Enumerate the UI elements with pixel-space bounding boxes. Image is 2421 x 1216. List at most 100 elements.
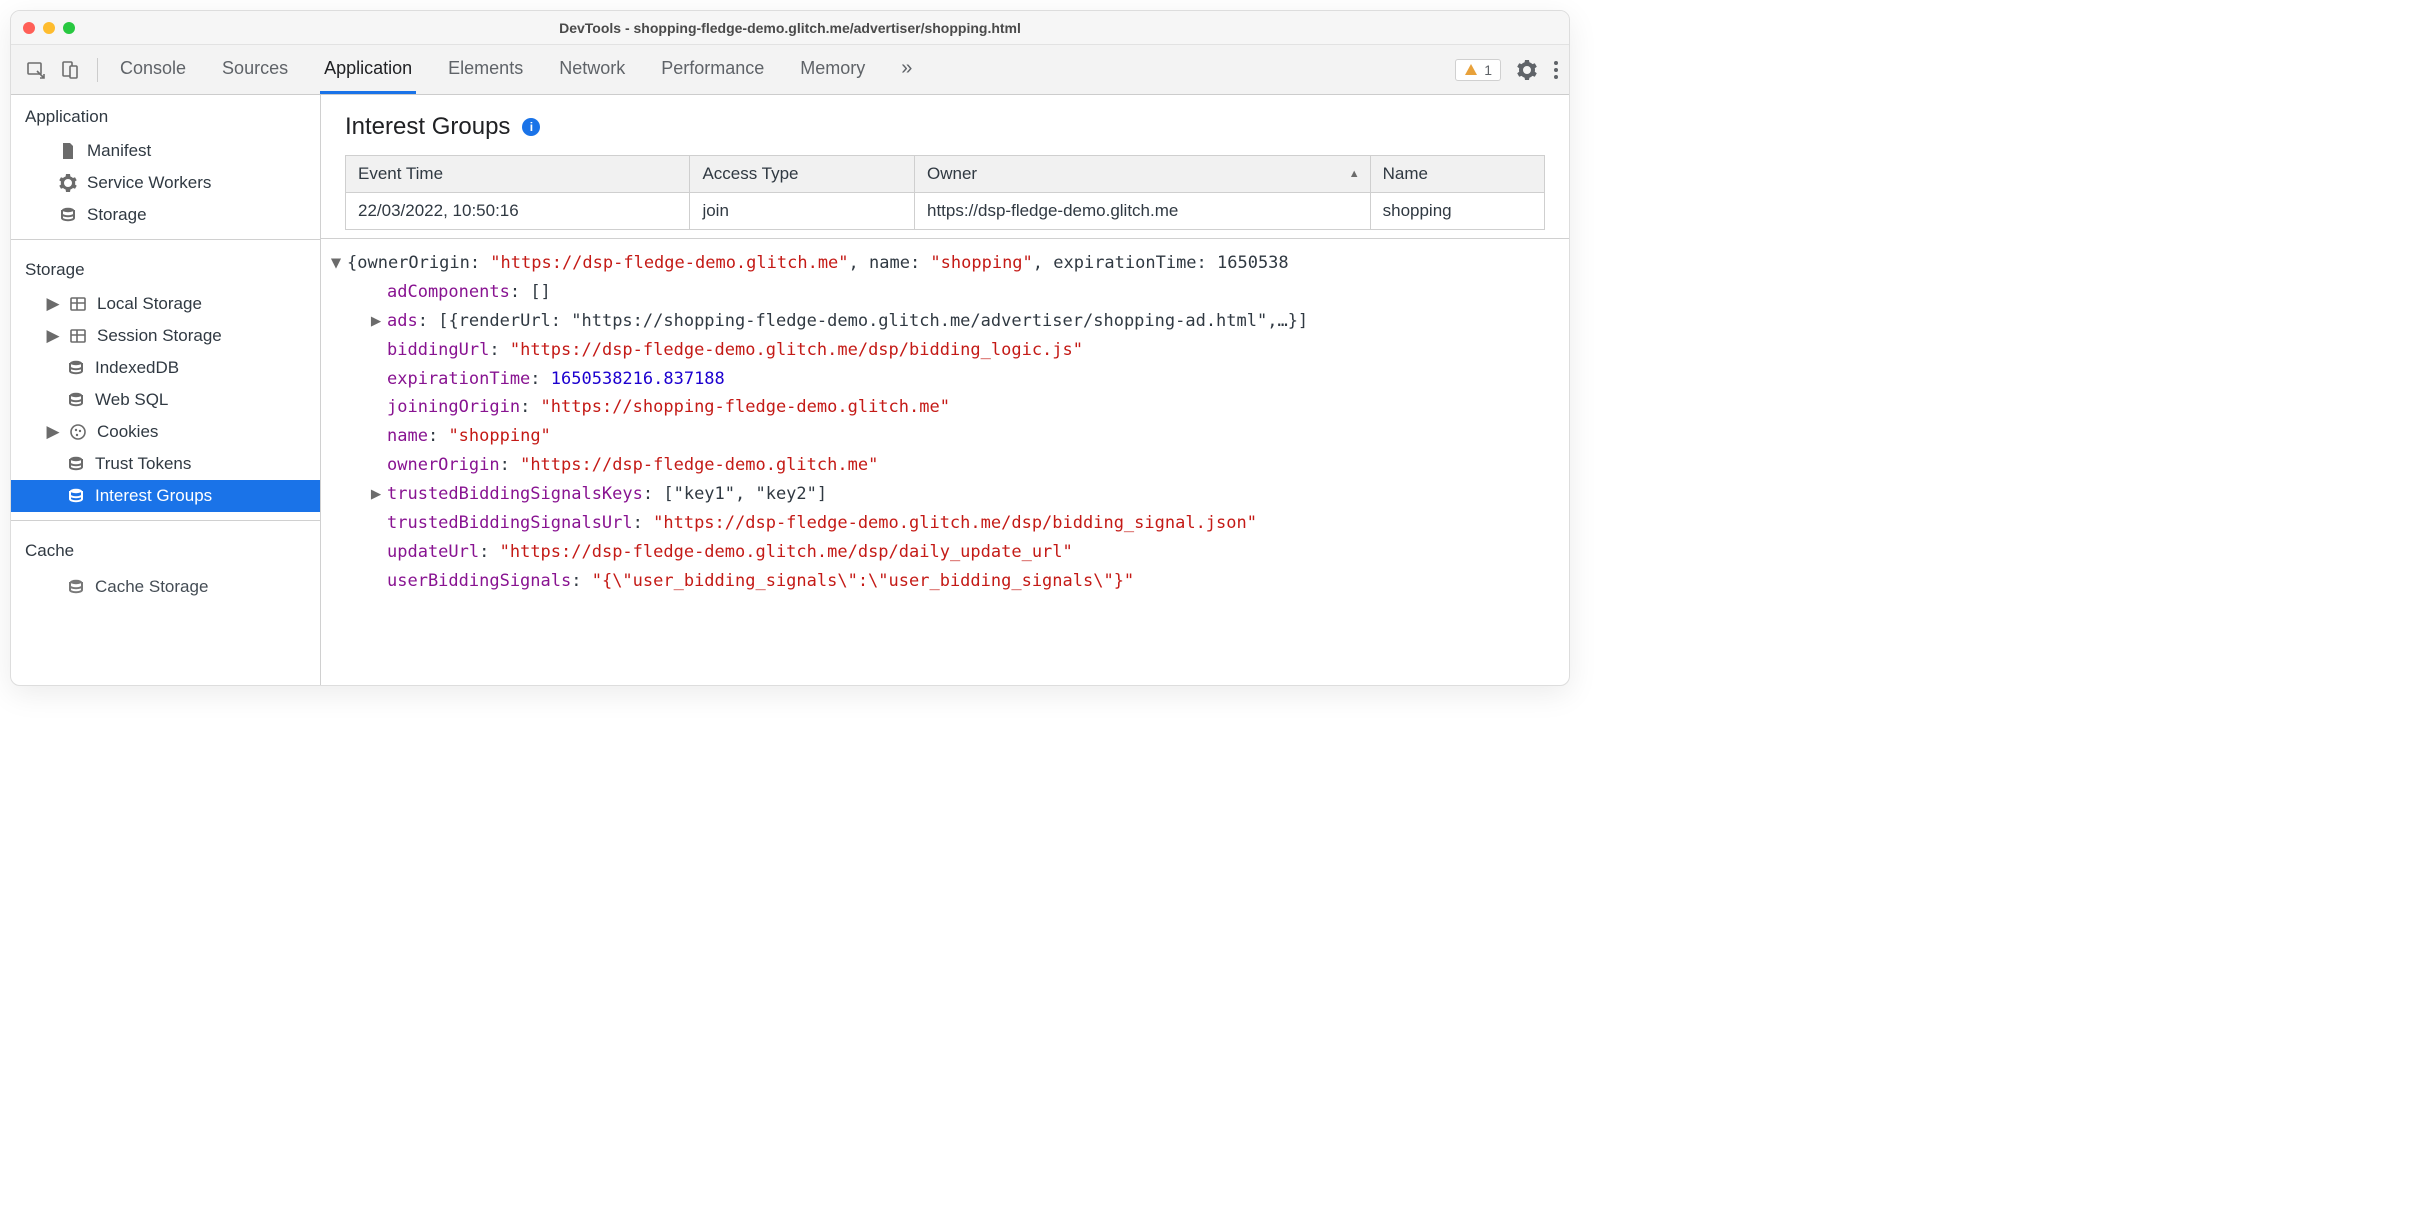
sidebar-item-label: Session Storage (97, 326, 222, 346)
tab-memory[interactable]: Memory (796, 45, 869, 94)
object-property-row[interactable]: updateUrl: "https://dsp-fledge-demo.glit… (329, 538, 1561, 567)
database-icon (67, 391, 85, 409)
object-summary-row[interactable]: ▼{ownerOrigin: "https://dsp-fledge-demo.… (329, 249, 1561, 278)
prop-value: "https://dsp-fledge-demo.glitch.me/dsp/d… (500, 542, 1073, 562)
expand-arrow-icon[interactable]: ▶ (47, 294, 59, 314)
object-property-row[interactable]: ▶trustedBiddingSignalsKeys: ["key1", "ke… (329, 480, 1561, 509)
prop-key: joiningOrigin (387, 397, 520, 417)
gear-icon (59, 174, 77, 192)
prop-value: "https://shopping-fledge-demo.glitch.me" (541, 397, 950, 417)
application-sidebar: Application Manifest Service Workers Sto… (11, 95, 321, 685)
object-property-row[interactable]: joiningOrigin: "https://shopping-fledge-… (329, 393, 1561, 422)
tab-console[interactable]: Console (116, 45, 190, 94)
inspect-element-icon[interactable] (21, 55, 51, 85)
sidebar-item-label: Trust Tokens (95, 454, 191, 474)
tab-performance[interactable]: Performance (657, 45, 768, 94)
table-header-row: Event Time Access Type Owner▲ Name (346, 156, 1545, 193)
interest-groups-table: Event Time Access Type Owner▲ Name 22/03… (345, 155, 1545, 230)
table-row[interactable]: 22/03/2022, 10:50:16 join https://dsp-fl… (346, 193, 1545, 230)
object-property-row[interactable]: biddingUrl: "https://dsp-fledge-demo.gli… (329, 336, 1561, 365)
tab-sources[interactable]: Sources (218, 45, 292, 94)
device-toolbar-icon[interactable] (55, 55, 85, 85)
sidebar-item-label: Storage (87, 205, 147, 225)
sidebar-item-trust-tokens[interactable]: Trust Tokens (11, 448, 320, 480)
sidebar-item-web-sql[interactable]: Web SQL (11, 384, 320, 416)
expand-arrow-icon[interactable]: ▶ (47, 422, 59, 442)
grid-icon (69, 327, 87, 345)
col-name[interactable]: Name (1370, 156, 1544, 193)
caret-right-icon[interactable]: ▶ (369, 480, 383, 509)
prop-value: "https://dsp-fledge-demo.glitch.me" (520, 455, 878, 475)
sidebar-section-cache: Cache (11, 529, 320, 569)
prop-key: expirationTime (387, 369, 530, 389)
file-icon (59, 142, 77, 160)
devtools-window: DevTools - shopping-fledge-demo.glitch.m… (10, 10, 1570, 686)
warnings-count: 1 (1484, 62, 1492, 78)
object-property-row[interactable]: userBiddingSignals: "{\"user_bidding_sig… (329, 567, 1561, 596)
object-property-row[interactable]: name: "shopping" (329, 422, 1561, 451)
sidebar-item-interest-groups[interactable]: Interest Groups (11, 480, 320, 512)
object-property-row[interactable]: ownerOrigin: "https://dsp-fledge-demo.gl… (329, 451, 1561, 480)
prop-key: userBiddingSignals (387, 571, 571, 591)
sidebar-item-session-storage[interactable]: ▶ Session Storage (11, 320, 320, 352)
caret-right-icon[interactable]: ▶ (369, 307, 383, 336)
prop-key: updateUrl (387, 542, 479, 562)
more-tabs-icon[interactable]: » (897, 45, 916, 94)
devtools-tabs: Console Sources Application Elements Net… (116, 45, 1451, 94)
col-access-type[interactable]: Access Type (690, 156, 915, 193)
object-viewer[interactable]: ▼{ownerOrigin: "https://dsp-fledge-demo.… (321, 238, 1569, 685)
sidebar-item-label: IndexedDB (95, 358, 179, 378)
cookie-icon (69, 423, 87, 441)
sidebar-item-cookies[interactable]: ▶ Cookies (11, 416, 320, 448)
prop-key: name (387, 426, 428, 446)
titlebar: DevTools - shopping-fledge-demo.glitch.m… (11, 11, 1569, 45)
panel-heading: Interest Groups i (321, 95, 1569, 155)
tab-application[interactable]: Application (320, 45, 416, 94)
settings-icon[interactable] (1517, 60, 1537, 80)
object-property-row[interactable]: expirationTime: 1650538216.837188 (329, 365, 1561, 394)
devtools-toolbar: Console Sources Application Elements Net… (11, 45, 1569, 95)
tab-network[interactable]: Network (555, 45, 629, 94)
col-owner[interactable]: Owner▲ (915, 156, 1371, 193)
caret-down-icon[interactable]: ▼ (329, 249, 343, 278)
prop-value: "https://dsp-fledge-demo.glitch.me/dsp/b… (653, 513, 1257, 533)
panel-content: Interest Groups i Event Time Access Type… (321, 95, 1569, 685)
sidebar-item-label: Cookies (97, 422, 158, 442)
sidebar-item-label: Web SQL (95, 390, 168, 410)
object-property-row[interactable]: adComponents: [] (329, 278, 1561, 307)
prop-key: adComponents (387, 282, 510, 302)
sidebar-item-storage[interactable]: Storage (11, 199, 320, 231)
cell-event-time: 22/03/2022, 10:50:16 (346, 193, 690, 230)
expand-arrow-icon[interactable]: ▶ (47, 326, 59, 346)
sidebar-item-label: Manifest (87, 141, 151, 161)
more-menu-icon[interactable] (1553, 60, 1559, 80)
prop-value: [{renderUrl: "https://shopping-fledge-de… (438, 311, 1308, 331)
object-property-row[interactable]: trustedBiddingSignalsUrl: "https://dsp-f… (329, 509, 1561, 538)
object-property-row[interactable]: ▶ads: [{renderUrl: "https://shopping-fle… (329, 307, 1561, 336)
info-icon[interactable]: i (522, 118, 540, 136)
toolbar-divider (97, 58, 98, 82)
prop-value: "shopping" (448, 426, 550, 446)
cell-owner: https://dsp-fledge-demo.glitch.me (915, 193, 1371, 230)
tab-elements[interactable]: Elements (444, 45, 527, 94)
sidebar-section-application: Application (11, 95, 320, 135)
sidebar-item-cache-storage[interactable]: Cache Storage (11, 571, 320, 603)
database-icon (59, 206, 77, 224)
prop-key: biddingUrl (387, 340, 489, 360)
prop-value: [] (530, 282, 550, 302)
warnings-badge[interactable]: 1 (1455, 59, 1501, 81)
sidebar-item-local-storage[interactable]: ▶ Local Storage (11, 288, 320, 320)
database-icon (67, 578, 85, 596)
prop-key: ownerOrigin (387, 455, 500, 475)
sidebar-item-service-workers[interactable]: Service Workers (11, 167, 320, 199)
sidebar-item-indexeddb[interactable]: IndexedDB (11, 352, 320, 384)
window-title: DevTools - shopping-fledge-demo.glitch.m… (11, 20, 1569, 36)
sidebar-section-storage: Storage (11, 248, 320, 288)
sidebar-item-manifest[interactable]: Manifest (11, 135, 320, 167)
database-icon (67, 359, 85, 377)
panel-title: Interest Groups (345, 113, 510, 141)
sidebar-item-label: Interest Groups (95, 486, 212, 506)
col-event-time[interactable]: Event Time (346, 156, 690, 193)
cell-access-type: join (690, 193, 915, 230)
grid-icon (69, 295, 87, 313)
